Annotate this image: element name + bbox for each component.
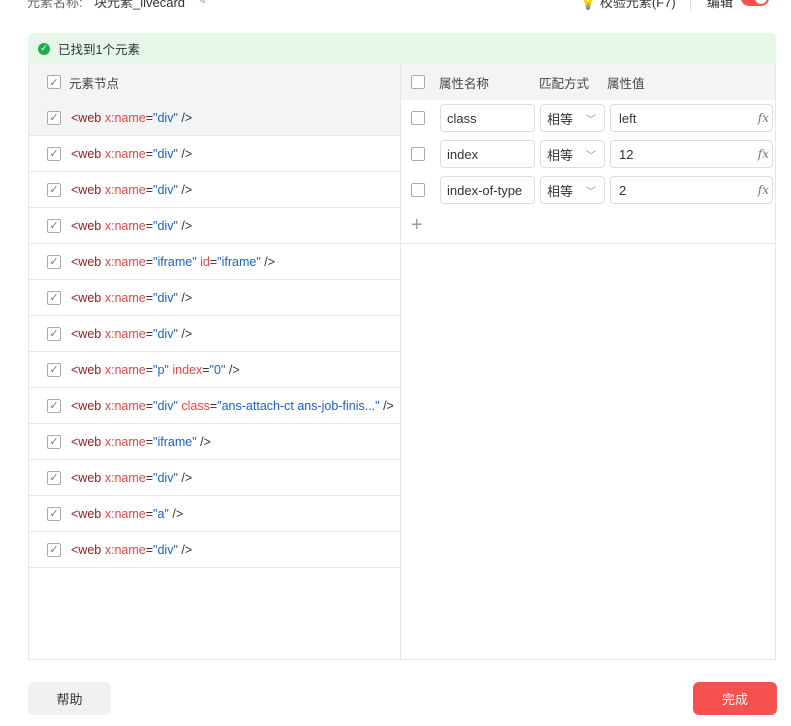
match-select[interactable]: 相等 ﹀ (540, 140, 605, 168)
node-checkbox[interactable]: ✓ (47, 110, 61, 125)
lightbulb-icon: 💡 (580, 0, 597, 10)
col-match: 匹配方式 (539, 76, 590, 91)
attribute-row: class 相等 ﹀ left fx (401, 100, 775, 136)
status-text: 已找到1个元素 (58, 43, 140, 57)
divider (690, 0, 691, 10)
attribute-table: 属性名称 匹配方式 属性值 class 相等 ﹀ left fx index 相等 ﹀… (401, 64, 775, 659)
node-row[interactable]: ✓ <web x:name="p" index="0" /> (29, 352, 400, 388)
fx-icon[interactable]: fx (758, 183, 769, 197)
fx-icon[interactable]: fx (758, 111, 769, 125)
chevron-down-icon: ﹀ (586, 150, 596, 162)
node-row[interactable]: ✓ <web x:name="iframe" /> (29, 424, 400, 460)
node-code: <web x:name="div" /> (71, 326, 193, 341)
select-all-nodes-checkbox[interactable]: ✓ (47, 75, 61, 89)
attribute-value-input[interactable]: 12 fx (610, 140, 773, 168)
node-code: <web x:name="div" /> (71, 542, 193, 557)
node-row[interactable]: ✓ <web x:name="a" /> (29, 496, 400, 532)
attribute-name-input[interactable]: index (440, 140, 535, 168)
col-attr-value: 属性值 (607, 76, 645, 91)
add-attribute-button[interactable]: + (401, 208, 775, 244)
node-code: <web x:name="iframe" id="iframe" /> (71, 254, 276, 269)
edit-pencil-icon[interactable]: ✎ (196, 0, 207, 8)
node-checkbox[interactable]: ✓ (47, 470, 61, 485)
attribute-value-input[interactable]: left fx (610, 104, 773, 132)
node-code: <web x:name="div" /> (71, 290, 193, 305)
node-row[interactable]: ✓ <web x:name="div" class="ans-attach-ct … (29, 388, 400, 424)
status-banner: ✓ 已找到1个元素 (28, 33, 776, 64)
node-row[interactable]: ✓ <web x:name="div" /> (29, 280, 400, 316)
check-circle-icon: ✓ (38, 42, 50, 55)
node-checkbox[interactable]: ✓ (47, 182, 61, 197)
node-checkbox[interactable]: ✓ (47, 146, 61, 161)
attribute-name-input[interactable]: index-of-type (440, 176, 535, 204)
edit-label: 编辑 (707, 0, 734, 10)
col-attr-name: 属性名称 (439, 76, 490, 91)
node-checkbox[interactable]: ✓ (47, 290, 61, 305)
attribute-value-input[interactable]: 2 fx (610, 176, 773, 204)
node-checkbox[interactable]: ✓ (47, 254, 61, 269)
node-row[interactable]: ✓ <web x:name="div" /> (29, 460, 400, 496)
node-code: <web x:name="div" class="ans-attach-ct a… (71, 398, 394, 413)
node-checkbox[interactable]: ✓ (47, 218, 61, 233)
element-name-value: 块元素_livecard (94, 0, 186, 10)
node-checkbox[interactable]: ✓ (47, 506, 61, 521)
node-code: <web x:name="p" index="0" /> (71, 362, 240, 377)
selector-panel: ✓ 元素节点 ✓ <web x:name="div" /> ✓ <web x:name… (28, 64, 776, 660)
match-select[interactable]: 相等 ﹀ (540, 104, 605, 132)
edit-toggle[interactable] (741, 0, 769, 6)
node-list: ✓ 元素节点 ✓ <web x:name="div" /> ✓ <web x:name… (29, 64, 401, 659)
node-code: <web x:name="div" /> (71, 470, 193, 485)
fx-icon[interactable]: fx (758, 147, 769, 161)
node-code: <web x:name="a" /> (71, 506, 184, 521)
node-row[interactable]: ✓ <web x:name="div" /> (29, 172, 400, 208)
node-row[interactable]: ✓ <web x:name="div" /> (29, 100, 400, 136)
node-list-header: ✓ 元素节点 (29, 64, 400, 100)
element-header: 元素名称: 块元素_livecard ✎ 💡 校验元素(F7) 编辑 (0, 0, 791, 16)
node-code: <web x:name="div" /> (71, 146, 193, 161)
match-select[interactable]: 相等 ﹀ (540, 176, 605, 204)
chevron-down-icon: ﹀ (586, 186, 596, 198)
node-checkbox[interactable]: ✓ (47, 542, 61, 557)
node-code: <web x:name="div" /> (71, 110, 193, 125)
element-name-label: 元素名称: (27, 0, 83, 10)
verify-label: 校验元素(F7) (599, 0, 676, 10)
attribute-row: index-of-type 相等 ﹀ 2 fx (401, 172, 775, 208)
node-header-label: 元素节点 (69, 76, 120, 91)
verify-element-button[interactable]: 💡 校验元素(F7) (580, 0, 676, 11)
select-all-attrs-checkbox[interactable] (411, 75, 425, 89)
attribute-table-header: 属性名称 匹配方式 属性值 (401, 64, 775, 100)
node-checkbox[interactable]: ✓ (47, 326, 61, 341)
node-code: <web x:name="iframe" /> (71, 434, 211, 449)
help-button[interactable]: 帮助 (28, 682, 111, 715)
node-code: <web x:name="div" /> (71, 218, 193, 233)
attribute-checkbox[interactable] (411, 183, 425, 197)
node-row[interactable]: ✓ <web x:name="div" /> (29, 316, 400, 352)
node-row[interactable]: ✓ <web x:name="div" /> (29, 136, 400, 172)
node-checkbox[interactable]: ✓ (47, 398, 61, 413)
node-row[interactable]: ✓ <web x:name="div" /> (29, 208, 400, 244)
done-button[interactable]: 完成 (693, 682, 777, 715)
chevron-down-icon: ﹀ (586, 114, 596, 126)
node-checkbox[interactable]: ✓ (47, 362, 61, 377)
node-checkbox[interactable]: ✓ (47, 434, 61, 449)
node-row[interactable]: ✓ <web x:name="div" /> (29, 532, 400, 568)
attribute-checkbox[interactable] (411, 111, 425, 125)
attribute-row: index 相等 ﹀ 12 fx (401, 136, 775, 172)
node-row[interactable]: ✓ <web x:name="iframe" id="iframe" /> (29, 244, 400, 280)
node-code: <web x:name="div" /> (71, 182, 193, 197)
attribute-checkbox[interactable] (411, 147, 425, 161)
attribute-name-input[interactable]: class (440, 104, 535, 132)
plus-icon: + (411, 214, 423, 236)
